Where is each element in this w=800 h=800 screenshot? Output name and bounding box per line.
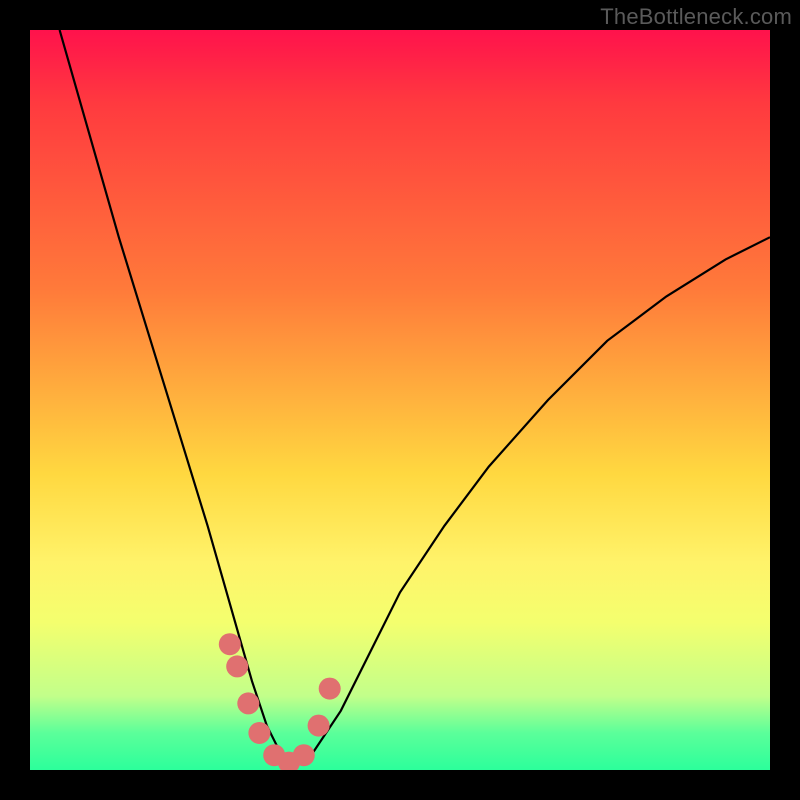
marker-point bbox=[293, 744, 315, 766]
curve-svg bbox=[30, 30, 770, 770]
chart-frame: TheBottleneck.com bbox=[0, 0, 800, 800]
marker-point bbox=[248, 722, 270, 744]
plot-area bbox=[30, 30, 770, 770]
marker-point bbox=[308, 715, 330, 737]
bottleneck-curve bbox=[60, 30, 770, 766]
watermark-text: TheBottleneck.com bbox=[600, 4, 792, 30]
marker-point bbox=[237, 692, 259, 714]
marker-point bbox=[219, 633, 241, 655]
markers-group bbox=[219, 633, 341, 770]
marker-point bbox=[226, 655, 248, 677]
marker-point bbox=[319, 678, 341, 700]
